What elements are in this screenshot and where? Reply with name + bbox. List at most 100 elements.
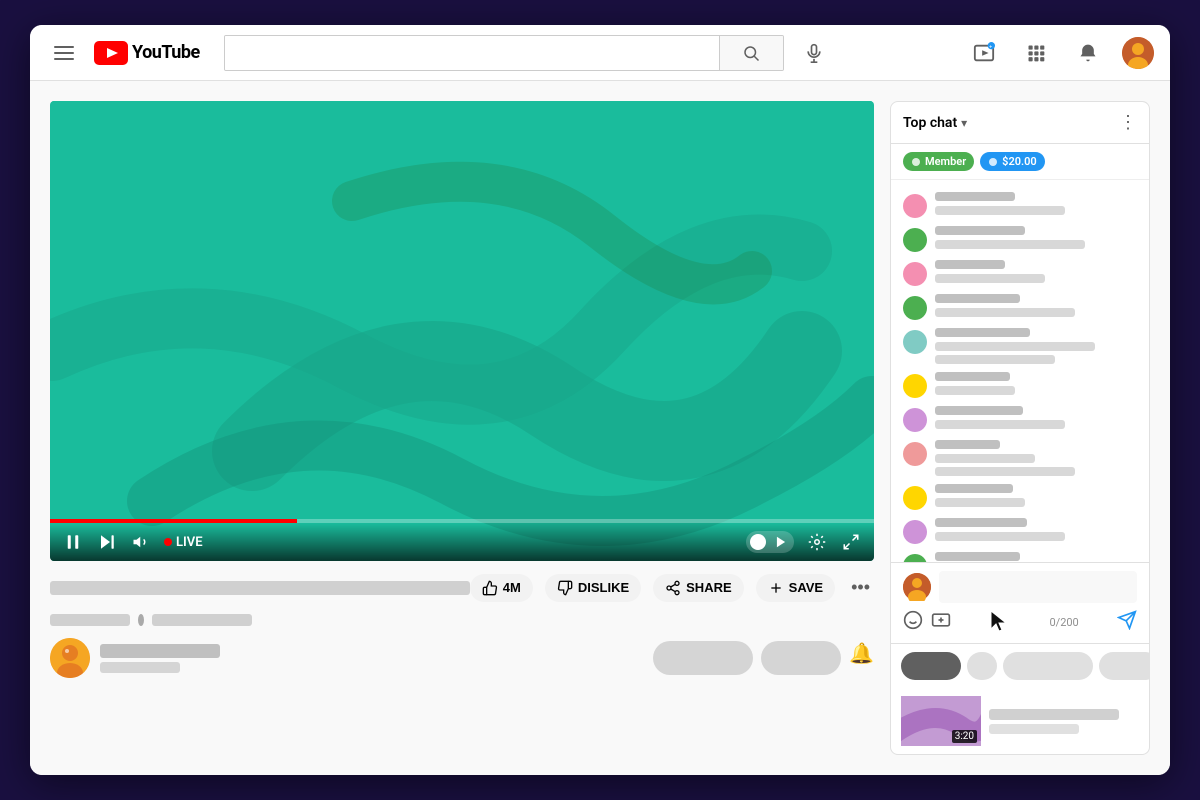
channel-info: 🔔 xyxy=(50,634,874,678)
progress-fill xyxy=(50,519,297,523)
microphone-button[interactable] xyxy=(796,35,832,71)
youtube-logo[interactable]: YouTube xyxy=(94,41,200,65)
share-label: SHARE xyxy=(686,580,732,595)
settings-button[interactable] xyxy=(806,531,828,553)
send-icon xyxy=(1117,610,1137,630)
avatar-image xyxy=(1122,37,1154,69)
volume-icon xyxy=(132,533,150,551)
pause-button[interactable] xyxy=(62,531,84,553)
message-avatar xyxy=(903,520,927,544)
recommended-title xyxy=(989,709,1119,720)
date-info xyxy=(152,614,252,626)
save-button[interactable]: SAVE xyxy=(756,574,835,602)
subscriber-count xyxy=(100,662,180,673)
like-button[interactable]: 4M xyxy=(470,574,533,602)
member-badge[interactable]: Member xyxy=(903,152,974,171)
search-input[interactable] xyxy=(225,36,719,70)
miniplayer-toggle[interactable] xyxy=(746,531,794,553)
chat-input-area: 0/200 xyxy=(891,562,1149,643)
superchat-badge[interactable]: $20.00 xyxy=(980,152,1045,171)
settings-icon xyxy=(808,533,826,551)
pause-icon xyxy=(64,533,82,551)
chat-tab-2[interactable] xyxy=(967,652,997,680)
apps-button[interactable] xyxy=(1018,35,1054,71)
video-player[interactable]: LIVE xyxy=(50,101,874,561)
like-icon xyxy=(482,580,498,596)
chat-tab-3[interactable] xyxy=(1003,652,1093,680)
chat-more-button[interactable]: ⋮ xyxy=(1119,112,1137,133)
message-text xyxy=(935,498,1025,507)
header: YouTube xyxy=(30,25,1170,81)
message-content xyxy=(935,226,1137,249)
chat-message xyxy=(891,480,1149,514)
volume-button[interactable] xyxy=(130,531,152,553)
superchat-amount: $20.00 xyxy=(1002,155,1037,168)
share-icon xyxy=(665,580,681,596)
chat-header: Top chat ▾ ⋮ xyxy=(891,102,1149,144)
user-avatar[interactable] xyxy=(1122,37,1154,69)
hamburger-menu-button[interactable] xyxy=(46,35,82,71)
create-button[interactable]: + xyxy=(966,35,1002,71)
notifications-button[interactable] xyxy=(1070,35,1106,71)
message-username xyxy=(935,372,1010,381)
message-content xyxy=(935,440,1137,476)
chat-badges: Member $20.00 xyxy=(891,144,1149,180)
message-username xyxy=(935,440,1000,449)
message-text xyxy=(935,420,1065,429)
dislike-label: DISLIKE xyxy=(578,580,629,595)
search-button[interactable] xyxy=(719,36,783,70)
message-avatar xyxy=(903,194,927,218)
message-text-line2 xyxy=(935,355,1055,364)
video-title-bar: 4M DISLIKE xyxy=(50,573,874,602)
play-icon-toggle[interactable] xyxy=(772,533,790,551)
video-controls: LIVE xyxy=(50,523,874,561)
chat-tab-4[interactable] xyxy=(1099,652,1149,680)
fullscreen-icon xyxy=(842,533,860,551)
save-label: SAVE xyxy=(789,580,823,595)
message-text xyxy=(935,240,1085,249)
message-avatar xyxy=(903,374,927,398)
hamburger-icon xyxy=(54,46,74,60)
share-button[interactable]: SHARE xyxy=(653,574,744,602)
recommended-info xyxy=(989,696,1119,746)
message-avatar xyxy=(903,442,927,466)
chat-message-input[interactable] xyxy=(939,571,1137,603)
video-duration: 3:20 xyxy=(952,730,977,743)
join-button[interactable] xyxy=(761,641,841,675)
chat-user-avatar xyxy=(903,573,931,601)
more-options-button[interactable]: ••• xyxy=(847,573,874,602)
fullscreen-button[interactable] xyxy=(840,531,862,553)
char-count: 0/200 xyxy=(1049,616,1078,629)
progress-bar[interactable] xyxy=(50,519,874,523)
video-info: 4M DISLIKE xyxy=(50,573,874,678)
dollar-button-icon xyxy=(931,610,951,630)
send-button[interactable] xyxy=(1117,610,1137,635)
message-username xyxy=(935,260,1005,269)
dislike-button[interactable]: DISLIKE xyxy=(545,574,641,602)
chat-message xyxy=(891,290,1149,324)
toggle-circle xyxy=(750,534,766,550)
superchat-button[interactable] xyxy=(931,610,951,635)
message-text xyxy=(935,274,1045,283)
message-username xyxy=(935,226,1025,235)
message-content xyxy=(935,260,1137,283)
video-title xyxy=(50,581,470,595)
channel-avatar[interactable] xyxy=(50,638,90,678)
chat-panel: Top chat ▾ ⋮ Member $20.00 xyxy=(890,101,1150,755)
message-text xyxy=(935,454,1035,463)
youtube-logo-text: YouTube xyxy=(132,42,200,63)
apps-icon xyxy=(1026,43,1046,63)
chat-message xyxy=(891,188,1149,222)
next-button[interactable] xyxy=(96,531,118,553)
emoji-button[interactable] xyxy=(903,610,923,635)
message-text xyxy=(935,386,1015,395)
chat-message xyxy=(891,402,1149,436)
cursor-icon xyxy=(989,609,1011,635)
chat-messages[interactable] xyxy=(891,180,1149,562)
chat-tab-1[interactable] xyxy=(901,652,961,680)
channel-avatar-image xyxy=(50,638,90,678)
recommended-video[interactable]: 3:20 xyxy=(891,688,1149,754)
chat-title-area[interactable]: Top chat ▾ xyxy=(903,115,967,131)
subscribe-button[interactable] xyxy=(653,641,753,675)
notification-bell-button[interactable]: 🔔 xyxy=(849,641,874,675)
